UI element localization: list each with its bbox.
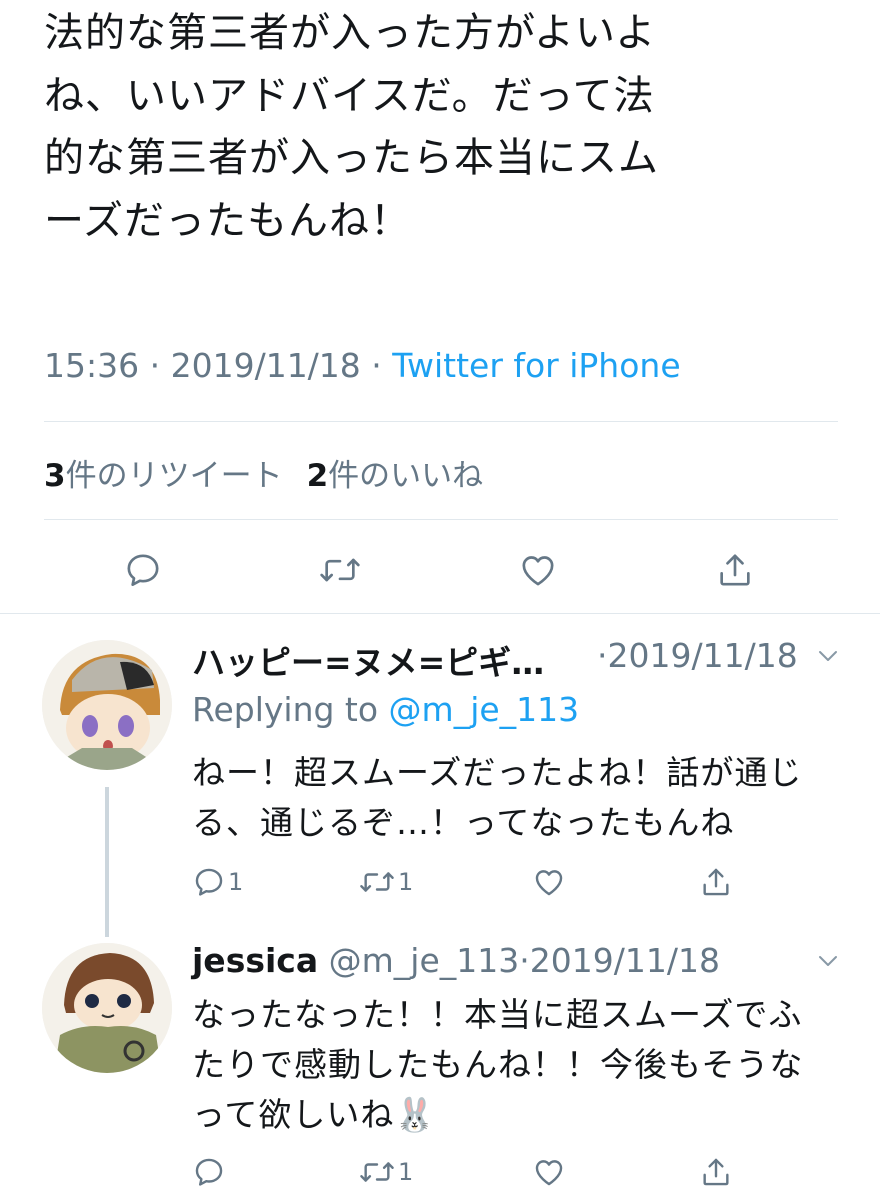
reply-text-line: たりで感動したもんね！！今後もそうな <box>192 1045 804 1084</box>
date-separator: · <box>519 941 530 980</box>
retweet-count: 1 <box>398 1158 414 1186</box>
display-name[interactable]: ハッピー=ヌメ=ピギ… <box>192 643 544 682</box>
reply-icon <box>127 554 159 586</box>
heart-icon <box>522 556 554 586</box>
tweet-menu-button[interactable] <box>816 951 840 975</box>
tweet-text: 法的な第三者が入った方がよいよ ね、いいアドバイスだ。だって法 的な第三者が入っ… <box>44 2 844 252</box>
reply-header: ハッピー=ヌメ=ピギ… <box>192 636 544 684</box>
reply-text-line: ねー！超スムーズだったよね！話が通じ <box>192 753 803 792</box>
reply-date-wrap: ·2019/11/18 <box>597 636 798 675</box>
user-handle[interactable]: @m_je_113 <box>329 941 520 980</box>
retweet-icon <box>360 1162 394 1182</box>
chevron-down-icon <box>819 651 837 661</box>
retweet-icon <box>320 558 360 582</box>
retweets-stat[interactable]: 3件のリツイート <box>44 458 283 494</box>
tweet-text-line: 的な第三者が入ったら本当にスム <box>44 135 659 181</box>
thread-line <box>105 787 109 937</box>
heart-icon <box>535 870 563 896</box>
divider <box>44 421 838 422</box>
avatar[interactable] <box>42 943 172 1073</box>
reply-button[interactable]: 1 <box>192 862 243 902</box>
retweet-count: 1 <box>398 868 414 896</box>
display-name[interactable]: jessica <box>192 941 318 980</box>
reply-icon <box>195 1158 223 1186</box>
section-divider <box>0 613 880 614</box>
retweet-count: 3 <box>44 458 66 494</box>
meta-separator: · <box>149 346 171 385</box>
share-icon <box>703 1158 729 1186</box>
share-icon <box>720 554 750 586</box>
reply-count: 1 <box>228 868 244 896</box>
reply-text: なったなった！！本当に超スムーズでふ たりで感動したもんね！！今後もそうな って… <box>192 990 852 1140</box>
retweet-label: 件のリツイート <box>65 458 283 494</box>
avatar-illustration <box>42 640 172 770</box>
retweet-button[interactable]: 1 <box>358 1152 413 1192</box>
tweet-meta: 15:36 · 2019/11/18 · Twitter for iPhone <box>44 346 681 385</box>
avatar-illustration <box>42 943 172 1073</box>
like-count: 2 <box>306 458 329 494</box>
reply-text-line: る、通じるぞ…！ってなったもんね <box>192 803 735 842</box>
retweet-icon <box>360 872 394 892</box>
chevron-down-icon <box>819 956 837 966</box>
tweet-source-link[interactable]: Twitter for iPhone <box>392 346 680 385</box>
tweet-time: 15:36 <box>44 346 140 385</box>
mention-link[interactable]: @m_je_113 <box>389 690 580 729</box>
share-icon <box>703 868 729 896</box>
tweet-text-line: ーズだったもんね！ <box>44 197 411 244</box>
tweet-text-line: 法的な第三者が入った方がよいよ <box>44 10 657 56</box>
like-button[interactable] <box>514 546 562 594</box>
retweet-button[interactable] <box>316 546 364 594</box>
likes-stat[interactable]: 2件のいいね <box>307 458 484 494</box>
reply-date[interactable]: 2019/11/18 <box>530 941 720 980</box>
reply-button[interactable] <box>119 546 167 594</box>
share-button[interactable] <box>699 1152 733 1192</box>
heart-icon <box>535 1160 563 1186</box>
reply-date[interactable]: 2019/11/18 <box>608 636 798 675</box>
tweet-stats: 3件のリツイート 2件のいいね <box>44 450 483 495</box>
replying-prefix: Replying to <box>192 690 389 729</box>
retweet-button[interactable]: 1 <box>358 862 413 902</box>
date-separator: · <box>597 636 608 675</box>
reply-button[interactable] <box>192 1152 226 1192</box>
like-button[interactable] <box>532 1152 566 1192</box>
avatar[interactable] <box>42 640 172 770</box>
share-button[interactable] <box>699 862 733 902</box>
tweet-menu-button[interactable] <box>816 646 840 670</box>
replying-to: Replying to @m_je_113 <box>192 690 579 729</box>
share-button[interactable] <box>711 546 759 594</box>
like-label: 件のいいね <box>328 458 484 494</box>
divider <box>44 519 838 520</box>
reply-text-line: なったなった！！本当に超スムーズでふ <box>192 995 803 1034</box>
reply-icon <box>195 868 223 896</box>
meta-separator: · <box>371 346 393 385</box>
reply-text-line: って欲しいね🐰 <box>192 1095 437 1134</box>
tweet-text-line: ね、いいアドバイスだ。だって法 <box>44 72 655 119</box>
tweet-date[interactable]: 2019/11/18 <box>171 346 361 385</box>
like-button[interactable] <box>532 862 566 902</box>
reply-header: jessica @m_je_113·2019/11/18 <box>192 941 720 980</box>
reply-text: ねー！超スムーズだったよね！話が通じ る、通じるぞ…！ってなったもんね <box>192 748 852 848</box>
